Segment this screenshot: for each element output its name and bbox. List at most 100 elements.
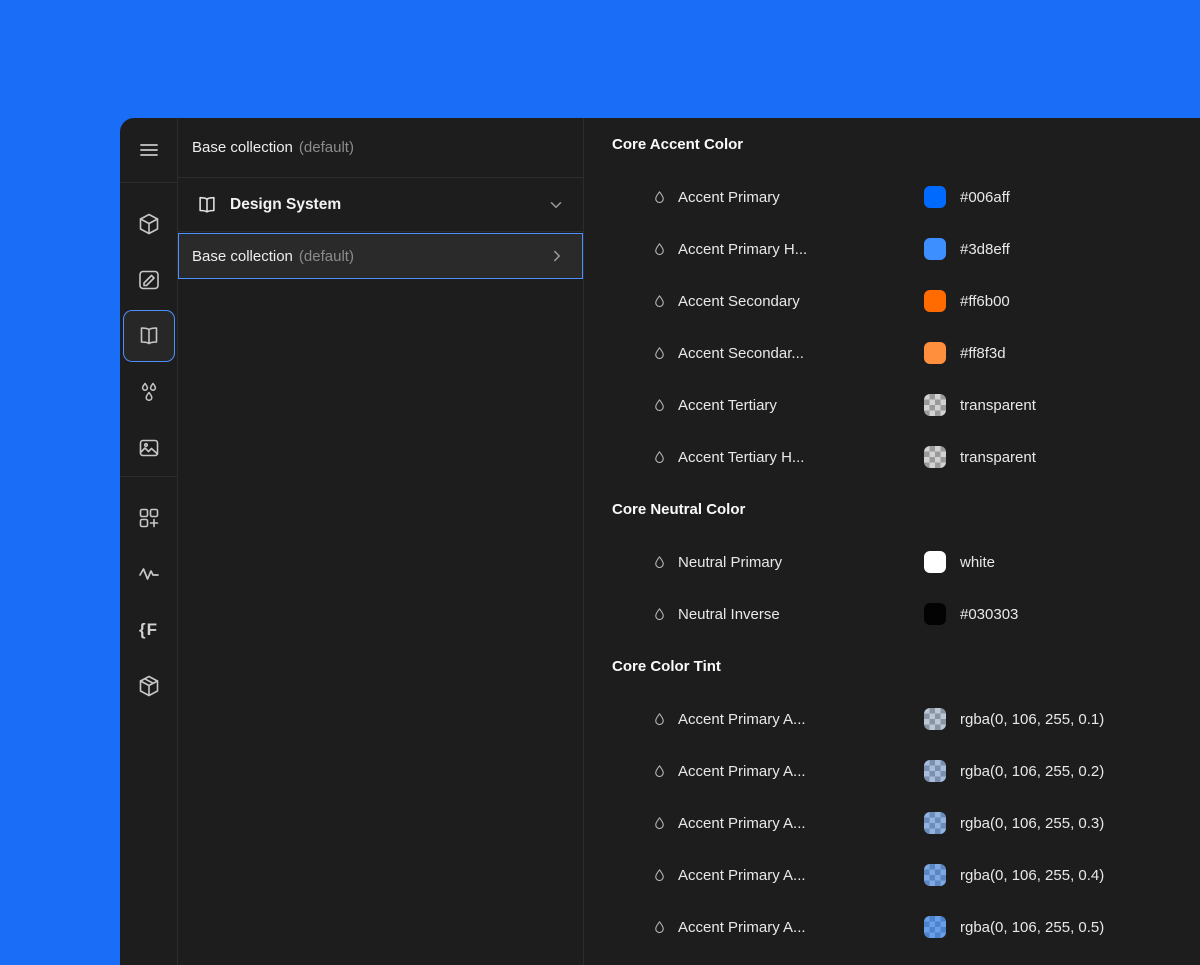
color-swatch-fill (924, 812, 946, 834)
color-swatch[interactable] (924, 916, 946, 938)
variable-droplet-icon (652, 711, 678, 728)
color-swatch-fill (924, 864, 946, 886)
variable-row[interactable]: Accent Primary A... rgba(0, 106, 255, 0.5… (584, 901, 1200, 953)
components-grid-button[interactable] (123, 492, 175, 544)
interactions-wave-icon (137, 562, 161, 586)
color-swatch[interactable] (924, 342, 946, 364)
variable-droplet-icon (652, 293, 678, 310)
variable-name: Neutral Inverse (678, 606, 924, 623)
variable-value: #3d8eff (960, 241, 1010, 258)
design-system-row[interactable]: Design System (178, 178, 583, 232)
sidebar-header-suffix: (default) (299, 139, 354, 156)
variable-value: #006aff (960, 189, 1010, 206)
variable-name: Accent Tertiary H... (678, 449, 924, 466)
color-swatch[interactable] (924, 760, 946, 782)
styles-drops-button[interactable] (123, 366, 175, 418)
book-icon (196, 194, 218, 216)
library-book-button[interactable] (123, 310, 175, 362)
color-swatch-fill (924, 708, 946, 730)
variable-value: white (960, 554, 995, 571)
color-swatch[interactable] (924, 186, 946, 208)
variables-panel: Core Accent ColorAccent Primary#006affAc… (584, 118, 1200, 965)
variable-name: Accent Primary A... (678, 711, 924, 728)
variable-name: Accent Secondar... (678, 345, 924, 362)
variable-droplet-icon (652, 867, 678, 884)
color-swatch[interactable] (924, 708, 946, 730)
variable-row[interactable]: Accent Secondary #ff6b00 (584, 275, 1200, 327)
variable-name: Accent Primary A... (678, 867, 924, 884)
variable-droplet-icon (652, 606, 678, 623)
tokens-icon: {F (139, 620, 158, 640)
design-system-panel: {F Base collection (default) Design Syst… (120, 118, 1200, 965)
variable-row[interactable]: Accent Primary A... rgba(0, 106, 255, 0.1… (584, 693, 1200, 745)
base-collection-item[interactable]: Base collection (default) (178, 233, 583, 279)
variable-name: Accent Tertiary (678, 397, 924, 414)
variable-droplet-icon (652, 397, 678, 414)
variable-row[interactable]: Accent Tertiary transparent (584, 379, 1200, 431)
draw-edit-icon (137, 268, 161, 292)
base-collection-suffix: (default) (299, 248, 354, 265)
variable-droplet-icon (652, 763, 678, 780)
variable-value: rgba(0, 106, 255, 0.3) (960, 815, 1104, 832)
variable-row[interactable]: Neutral Inverse #030303 (584, 588, 1200, 640)
insert-cube-icon (137, 212, 161, 236)
packages-cube-button[interactable] (123, 660, 175, 712)
section-title: Core Color Tint (584, 640, 1200, 693)
variable-value: #030303 (960, 606, 1018, 623)
variable-droplet-icon (652, 241, 678, 258)
color-swatch-fill (924, 760, 946, 782)
icon-rail: {F (120, 118, 178, 965)
variable-name: Accent Primary A... (678, 919, 924, 936)
color-swatch[interactable] (924, 864, 946, 886)
section-title: Core Neutral Color (584, 483, 1200, 536)
variable-droplet-icon (652, 449, 678, 466)
variable-row[interactable]: Accent Primary A... rgba(0, 106, 255, 0.3… (584, 797, 1200, 849)
interactions-wave-button[interactable] (123, 548, 175, 600)
color-swatch[interactable] (924, 603, 946, 625)
variable-droplet-icon (652, 345, 678, 362)
variable-value: transparent (960, 449, 1036, 466)
color-swatch-fill (924, 603, 946, 625)
design-system-label: Design System (230, 196, 341, 214)
variable-row[interactable]: Accent Primary A...rgba(0, 106, 255, 0.4… (584, 849, 1200, 901)
variable-row[interactable]: Accent Primary H... #3d8eff (584, 223, 1200, 275)
menu-button[interactable] (123, 124, 175, 176)
variable-row[interactable]: Accent Primary #006aff (584, 171, 1200, 223)
color-swatch-fill (924, 186, 946, 208)
rail-divider (120, 182, 177, 183)
menu-icon (137, 138, 161, 162)
chevron-down-icon (547, 196, 565, 214)
color-swatch[interactable] (924, 446, 946, 468)
variable-value: transparent (960, 397, 1036, 414)
variable-name: Accent Primary A... (678, 763, 924, 780)
color-swatch-fill (924, 290, 946, 312)
insert-cube-button[interactable] (123, 198, 175, 250)
variable-value: #ff6b00 (960, 293, 1010, 310)
color-swatch[interactable] (924, 551, 946, 573)
variable-name: Accent Primary (678, 189, 924, 206)
variable-row[interactable]: Accent Primary A...rgba(0, 106, 255, 0.2… (584, 745, 1200, 797)
variable-name: Accent Secondary (678, 293, 924, 310)
styles-drops-icon (137, 380, 161, 404)
assets-image-button[interactable] (123, 422, 175, 474)
color-swatch-fill (924, 446, 946, 468)
variable-name: Accent Primary A... (678, 815, 924, 832)
color-swatch-fill (924, 238, 946, 260)
variable-name: Accent Primary H... (678, 241, 924, 258)
color-swatch[interactable] (924, 394, 946, 416)
color-swatch-fill (924, 394, 946, 416)
variable-value: rgba(0, 106, 255, 0.1) (960, 711, 1104, 728)
color-swatch[interactable] (924, 290, 946, 312)
variable-row[interactable]: Accent Tertiary H... transparent (584, 431, 1200, 483)
rail-top (120, 118, 177, 182)
variable-value: rgba(0, 106, 255, 0.5) (960, 919, 1104, 936)
color-swatch[interactable] (924, 812, 946, 834)
variable-row[interactable]: Accent Secondar...#ff8f3d (584, 327, 1200, 379)
color-swatch[interactable] (924, 238, 946, 260)
variable-row[interactable]: Neutral Primarywhite (584, 536, 1200, 588)
variable-droplet-icon (652, 919, 678, 936)
tokens-button[interactable]: {F (123, 604, 175, 656)
color-swatch-fill (924, 916, 946, 938)
draw-edit-button[interactable] (123, 254, 175, 306)
assets-image-icon (137, 436, 161, 460)
